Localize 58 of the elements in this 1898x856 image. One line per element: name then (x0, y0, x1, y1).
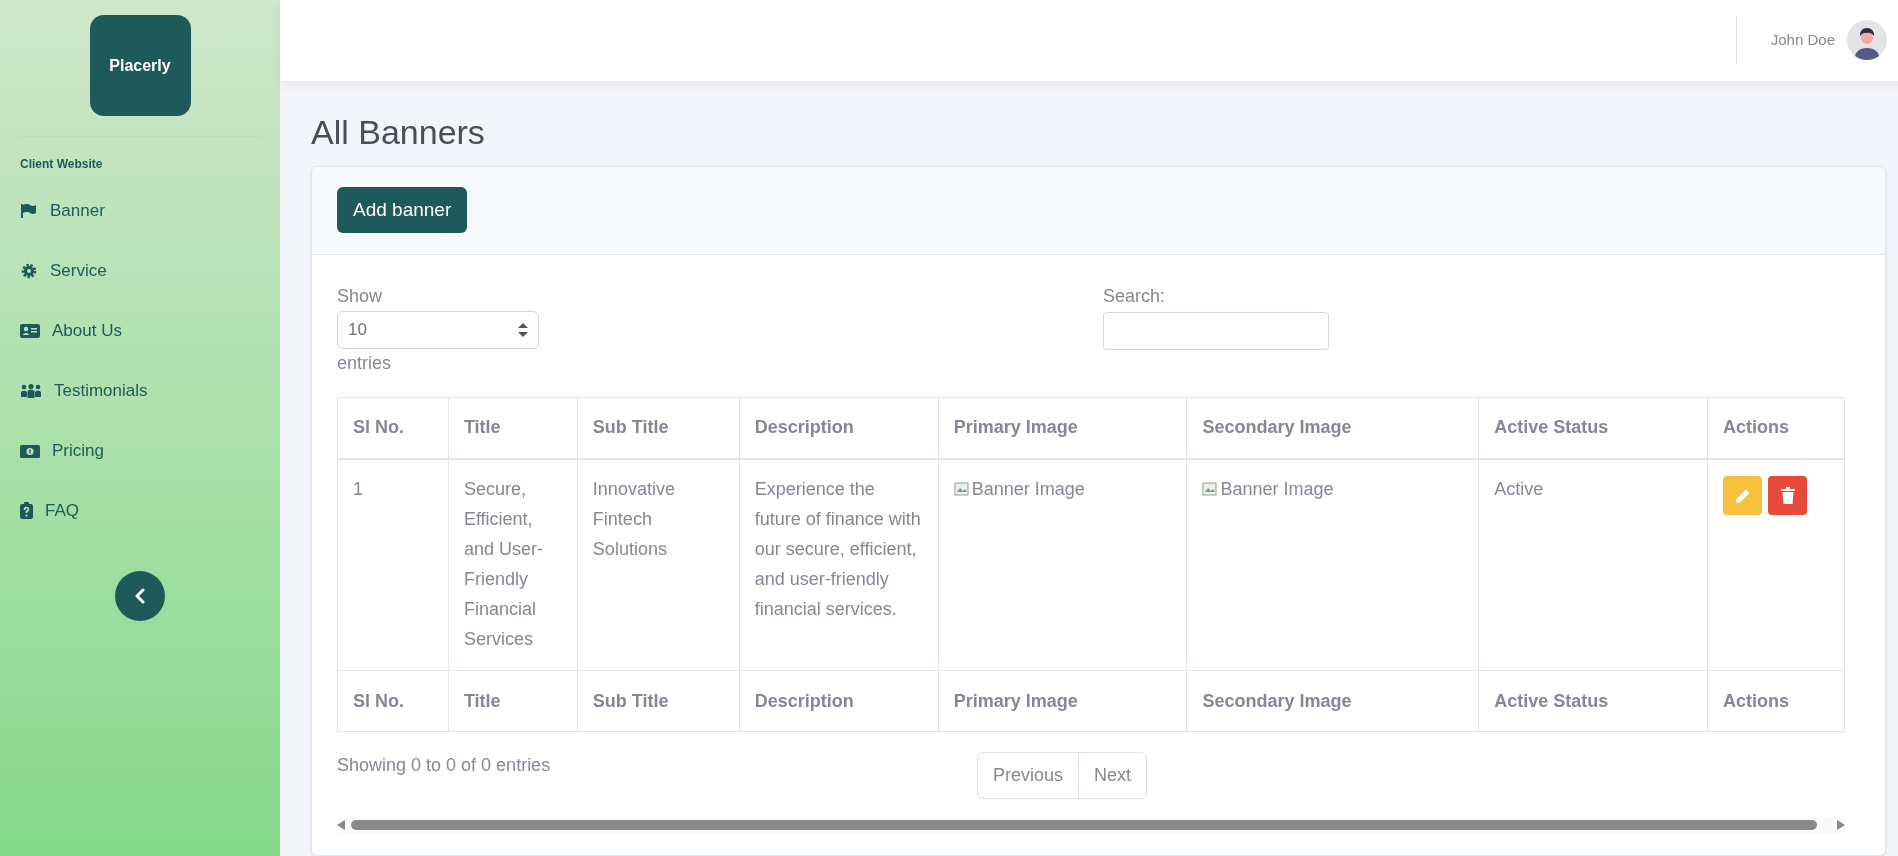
column-header[interactable]: Title (448, 397, 578, 459)
sidebar-section-heading: Client Website (20, 156, 104, 173)
table-cell: 1 (353, 479, 363, 499)
show-label: Show (337, 284, 384, 308)
flag-icon (20, 203, 38, 219)
column-footer: Actions (1707, 670, 1845, 732)
table-cell: Experience the future of finance with our secure, efficient, and user-friendly financial services. (754, 479, 921, 619)
clipboard-question-icon (20, 502, 33, 520)
sidebar-item[interactable]: FAQ (0, 481, 280, 541)
column-footer: Sl No. (337, 670, 449, 732)
column-header[interactable]: Active Status (1478, 397, 1708, 459)
column-footer: Sub Title (577, 670, 740, 732)
sidebar-item[interactable]: Service (0, 241, 280, 301)
money-bill-icon (20, 443, 40, 459)
column-header[interactable]: Sub Title (577, 397, 740, 459)
chevron-left-icon (134, 588, 146, 604)
gear-icon (20, 262, 38, 280)
add-banner-button[interactable]: Add banner (337, 187, 468, 233)
pagination-button[interactable]: Previous (977, 752, 1080, 799)
scroll-left-arrow-icon[interactable] (337, 820, 345, 830)
table-cell: Secure, Efficient, and User-Friendly Financial Services (463, 479, 543, 649)
sidebar-item[interactable]: Banner (0, 181, 280, 241)
avatar-icon[interactable] (1847, 20, 1887, 61)
logo: Placerly (89, 15, 191, 116)
column-footer: Title (448, 670, 578, 732)
column-footer: Description (739, 670, 939, 732)
delete-button[interactable] (1768, 476, 1807, 515)
entries-label: entries (337, 351, 393, 375)
page-title: All Banners (311, 111, 486, 153)
horizontal-scrollbar[interactable] (337, 817, 1845, 833)
collapse-sidebar-button[interactable] (115, 571, 165, 621)
column-header[interactable]: Primary Image (938, 397, 1187, 459)
search-field[interactable] (1103, 311, 1329, 350)
sidebar-item[interactable]: About Us (0, 301, 280, 361)
search-label: Search: (1103, 284, 1167, 308)
user-name[interactable]: John Doe (1770, 29, 1835, 52)
column-footer: Primary Image (938, 670, 1187, 732)
table-info-text: Showing 0 to 0 of 0 entries (337, 754, 552, 777)
pagination-button[interactable]: Next (1078, 752, 1148, 799)
pencil-icon (1734, 487, 1751, 504)
table-cell: Active (1494, 479, 1544, 499)
trash-icon (1780, 487, 1795, 504)
table-cell: Innovative Fintech Solutions (592, 479, 675, 559)
broken-image: Banner Image (1202, 474, 1334, 504)
column-header[interactable]: Actions (1707, 397, 1845, 459)
column-header[interactable]: Description (739, 397, 939, 459)
column-header[interactable]: Sl No. (337, 397, 449, 459)
entries-select[interactable]: 10 (337, 310, 539, 349)
id-card-icon (20, 323, 40, 339)
column-footer: Secondary Image (1187, 670, 1479, 732)
sidebar-item[interactable]: Pricing (0, 421, 280, 481)
column-footer: Active Status (1478, 670, 1708, 732)
sidebar-item[interactable]: Testimonials (0, 361, 280, 421)
sort-arrows-icon (518, 322, 528, 337)
column-header[interactable]: Secondary Image (1187, 397, 1479, 459)
broken-image: Banner Image (953, 474, 1085, 504)
scroll-right-arrow-icon[interactable] (1837, 820, 1845, 830)
people-group-icon (20, 383, 42, 399)
